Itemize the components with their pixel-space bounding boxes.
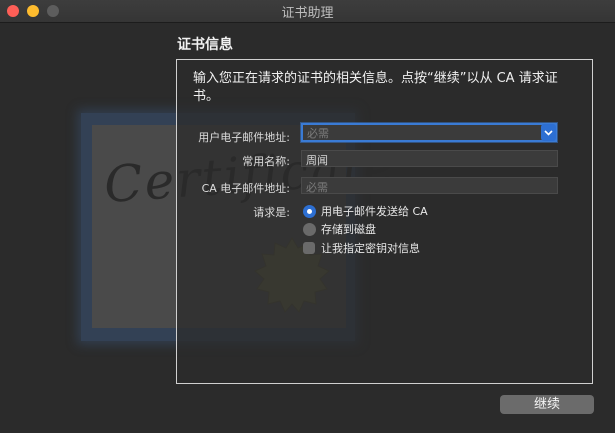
radio-save-to-disk-label: 存储到磁盘 <box>321 223 376 236</box>
section-title: 证书信息 <box>177 37 233 53</box>
form-panel <box>176 59 593 384</box>
radio-selected-icon[interactable] <box>303 204 316 218</box>
continue-button[interactable]: 继续 <box>500 395 594 414</box>
email-field[interactable]: 必需 <box>301 123 557 142</box>
intro-text: 输入您正在请求的证书的相关信息。点按“继续”以从 CA 请求证书。 <box>193 71 558 104</box>
ca-email-label: CA 电子邮件地址: <box>201 182 290 195</box>
common-name-field[interactable]: 周闻 <box>301 150 558 167</box>
radio-email-to-ca[interactable]: 用电子邮件发送给 CA <box>303 203 428 219</box>
title-bar: 证书助理 <box>0 0 615 23</box>
radio-email-to-ca-label: 用电子邮件发送给 CA <box>321 205 428 218</box>
common-name-label: 常用名称: <box>242 155 290 168</box>
radio-save-to-disk[interactable]: 存储到磁盘 <box>303 221 376 237</box>
email-placeholder: 必需 <box>307 127 329 140</box>
email-label: 用户电子邮件地址: <box>198 131 290 144</box>
checkbox-specify-key-label: 让我指定密钥对信息 <box>321 242 420 255</box>
checkbox-icon[interactable] <box>303 242 315 254</box>
radio-unselected-icon[interactable] <box>303 222 316 236</box>
request-label: 请求是: <box>253 206 290 219</box>
chevron-down-icon[interactable] <box>541 124 556 141</box>
checkbox-specify-key[interactable]: 让我指定密钥对信息 <box>303 240 420 256</box>
ca-email-field[interactable]: 必需 <box>301 177 558 194</box>
window-title: 证书助理 <box>281 6 334 21</box>
